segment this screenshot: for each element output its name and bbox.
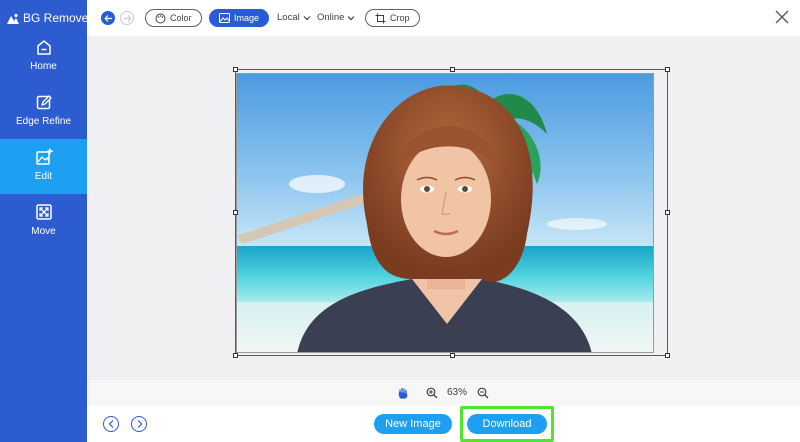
home-icon (36, 40, 51, 55)
sidebar-item-edit[interactable]: Edit (0, 139, 87, 194)
crop-button-label: Crop (390, 13, 410, 23)
close-button[interactable] (774, 9, 790, 25)
sidebar: BG Remover Home Edge Refine Edit Move (0, 0, 92, 442)
undo-icon (104, 14, 112, 22)
selection-box[interactable] (233, 67, 670, 358)
resize-handle-left[interactable] (233, 210, 238, 215)
chevron-down-icon (303, 15, 311, 20)
resize-handle-top[interactable] (450, 67, 455, 72)
toolbar: Color Image Local Online Crop (87, 0, 800, 36)
image-canvas[interactable] (87, 36, 800, 380)
previous-button[interactable] (103, 416, 119, 432)
online-dropdown-label: Online (317, 12, 345, 23)
resize-handle-top-right[interactable] (665, 67, 670, 72)
sidebar-item-home[interactable]: Home (0, 29, 87, 84)
palette-icon (155, 13, 166, 23)
online-dropdown[interactable]: Online (317, 12, 355, 23)
main-panel: Color Image Local Online Crop 63% New Im… (87, 0, 800, 442)
redo-icon (123, 14, 131, 22)
zoom-bar: 63% (87, 380, 800, 406)
edge-refine-icon (36, 95, 52, 110)
app-title-text: BG Remover (23, 11, 93, 25)
sidebar-item-label: Edge Refine (15, 116, 72, 127)
next-button[interactable] (131, 416, 147, 432)
app-logo-icon (7, 13, 19, 24)
chevron-left-icon (108, 420, 113, 428)
chevron-down-icon (348, 15, 355, 20)
resize-handle-right[interactable] (665, 210, 670, 215)
color-button[interactable]: Color (145, 9, 202, 27)
sidebar-item-label: Home (30, 61, 57, 72)
resize-handle-bottom-right[interactable] (665, 353, 670, 358)
image-button[interactable]: Image (209, 9, 270, 27)
move-icon (35, 204, 52, 220)
resize-handle-top-left[interactable] (233, 67, 238, 72)
sidebar-item-edge-refine[interactable]: Edge Refine (0, 84, 87, 139)
sidebar-item-label: Edit (34, 171, 53, 182)
chevron-right-icon (137, 420, 142, 428)
app-title: BG Remover (7, 11, 92, 25)
color-button-label: Color (170, 13, 192, 23)
resize-handle-bottom[interactable] (450, 353, 455, 358)
sidebar-item-label: Move (31, 226, 56, 237)
close-icon (775, 10, 789, 24)
zoom-in-icon[interactable] (426, 387, 438, 399)
crop-button[interactable]: Crop (365, 9, 420, 27)
crop-icon (375, 13, 386, 23)
zoom-out-icon[interactable] (477, 387, 489, 399)
sidebar-item-move[interactable]: Move (0, 194, 87, 249)
bottom-bar: New Image Download (87, 406, 800, 442)
local-dropdown[interactable]: Local (277, 12, 311, 23)
image-icon (219, 13, 230, 23)
hand-pan-icon[interactable] (397, 387, 409, 399)
edit-image-icon (35, 148, 53, 165)
local-dropdown-label: Local (277, 12, 300, 23)
image-button-label: Image (234, 13, 260, 23)
resize-handle-bottom-left[interactable] (233, 353, 238, 358)
undo-button[interactable] (101, 11, 115, 25)
new-image-button[interactable]: New Image (374, 414, 452, 434)
redo-button[interactable] (120, 11, 134, 25)
download-highlight (460, 406, 554, 442)
zoom-level: 63% (447, 387, 468, 398)
